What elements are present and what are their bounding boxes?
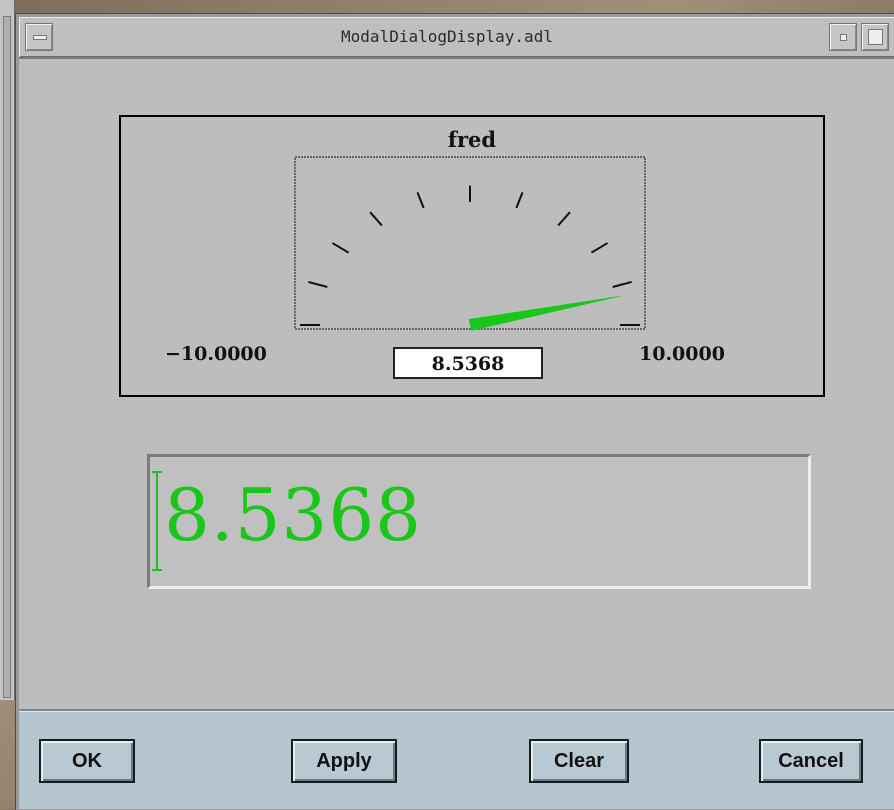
meter-widget: fred −10.0000 8.5368 10.0000 [119,115,825,397]
meter-value-readout: 8.5368 [393,347,543,379]
button-bar: OK Apply Clear Cancel [19,709,894,809]
meter-min-label: −10.0000 [165,343,267,365]
text-cursor [152,471,164,571]
maximize-icon[interactable] [861,23,889,51]
clear-button[interactable]: Clear [529,739,629,783]
minimize-icon[interactable] [829,23,857,51]
window-menu-icon[interactable] [25,23,53,51]
ok-button[interactable]: OK [39,739,135,783]
window-title: ModalDialogDisplay.adl [341,27,553,46]
title-bar[interactable]: ModalDialogDisplay.adl [19,17,894,59]
background-window [0,0,16,700]
cancel-button[interactable]: Cancel [759,739,863,783]
apply-button[interactable]: Apply [291,739,397,783]
modal-dialog-window: ModalDialogDisplay.adl fred −10.0000 8.5… [16,14,894,810]
dialog-content: fred −10.0000 8.5368 10.0000 8.5368 [19,59,894,709]
text-entry-value: 8.5368 [164,473,422,557]
meter-dial-frame [294,156,646,330]
value-text-entry[interactable]: 8.5368 [147,454,811,589]
meter-max-label: 10.0000 [639,343,725,365]
background-window-scrollbar[interactable] [3,16,11,698]
